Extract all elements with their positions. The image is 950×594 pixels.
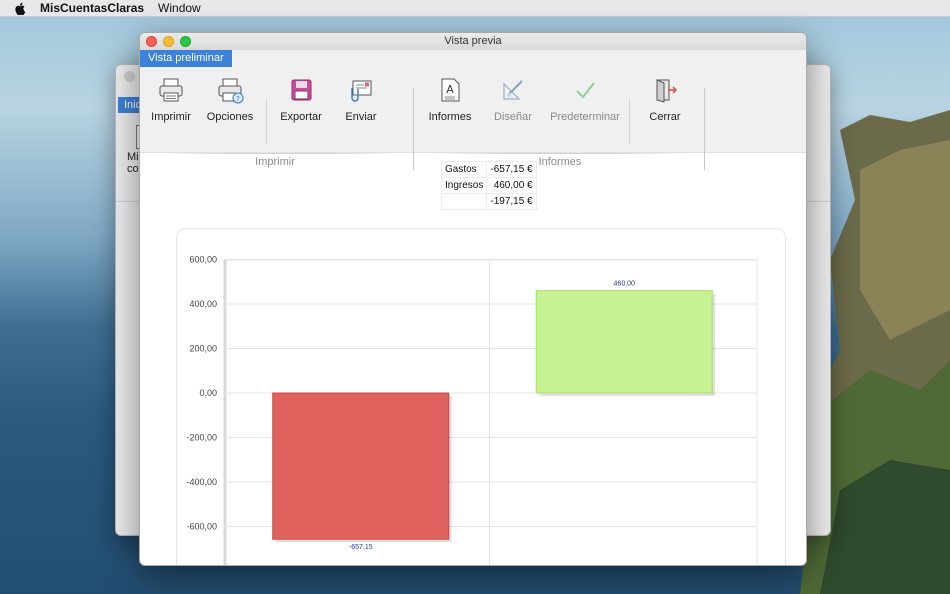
checkmark-icon [576, 82, 595, 99]
design-ruler-icon [503, 80, 523, 100]
summary-label-total [440, 193, 488, 210]
design-button[interactable]: Diseñar [480, 76, 546, 126]
summary-table: Gastos -657,15 € Ingresos 460,00 € -197,… [440, 161, 537, 210]
svg-text:?: ? [236, 95, 240, 103]
menu-bar: MisCuentasClaras Window [0, 0, 950, 17]
close-window-button[interactable] [146, 36, 157, 47]
background-text-line: Mi [127, 151, 139, 163]
export-button[interactable]: Exportar [268, 76, 334, 126]
svg-text:A: A [446, 83, 454, 96]
y-tick-label: 600,00 [189, 255, 217, 265]
summary-value-gastos: -657,15 € [486, 161, 537, 178]
report-document-icon: A [441, 78, 460, 102]
options-button[interactable]: ? Opciones [197, 76, 263, 126]
zoom-window-button[interactable] [180, 36, 191, 47]
data-label: -657,15 [349, 544, 373, 551]
y-tick-label: -600,00 [186, 522, 217, 532]
y-tick-label: 0,00 [199, 388, 217, 398]
summary-label-ingresos: Ingresos [440, 177, 488, 194]
options-label: Opciones [206, 111, 254, 123]
print-label: Imprimir [151, 111, 191, 123]
bar-ingresos [535, 290, 713, 394]
window-titlebar[interactable]: Vista previa [140, 33, 806, 50]
y-tick-label: 200,00 [189, 344, 217, 354]
table-row: -197,15 € [440, 193, 537, 210]
floppy-disk-icon [291, 79, 312, 101]
group-label-imprimir: Imprimir [255, 156, 295, 168]
preview-window: Vista previa Vista preliminar Imprimir ?… [139, 32, 807, 566]
bar-chart: 600,00 400,00 200,00 0,00 -200,00 -400,00 -600… [186, 255, 758, 565]
send-label: Enviar [345, 111, 377, 123]
app-menu[interactable]: MisCuentasClaras [40, 1, 144, 15]
ribbon-toolbar: Vista preliminar Imprimir ? Opciones Exp… [140, 50, 806, 170]
apple-menu-icon[interactable] [14, 2, 26, 15]
chart-card: 600,00 400,00 200,00 0,00 -200,00 -400,00 -600… [176, 228, 786, 565]
data-label: 460,00 [614, 281, 636, 288]
y-tick-label: 400,00 [189, 299, 217, 309]
set-default-button[interactable]: Predeterminar [548, 76, 622, 126]
printer-icon [159, 78, 183, 102]
print-button[interactable]: Imprimir [140, 76, 204, 126]
group-underline [160, 153, 400, 154]
exit-door-icon [656, 79, 677, 103]
group-divider [704, 88, 705, 170]
table-row: Ingresos 460,00 € [440, 177, 537, 194]
printer-settings-icon: ? [218, 78, 244, 104]
minimize-window-button[interactable] [163, 36, 174, 47]
y-tick-label: -400,00 [186, 477, 217, 487]
email-attachment-icon [351, 80, 372, 102]
export-label: Exportar [280, 111, 322, 123]
close-label: Cerrar [649, 111, 681, 123]
group-underline [430, 153, 690, 154]
send-button[interactable]: Enviar [328, 76, 394, 126]
group-divider [413, 88, 414, 170]
window-title: Vista previa [444, 35, 502, 47]
summary-value-total: -197,15 € [486, 193, 537, 210]
set-default-label: Predeterminar [550, 111, 620, 123]
bar-gastos [272, 392, 450, 540]
reports-button[interactable]: A Informes [417, 76, 483, 126]
summary-value-ingresos: 460,00 € [486, 177, 537, 194]
tab-vista-preliminar[interactable]: Vista preliminar [140, 50, 232, 67]
table-row: Gastos -657,15 € [440, 161, 537, 178]
window-menu[interactable]: Window [158, 1, 201, 15]
reports-label: Informes [428, 111, 472, 123]
separator [266, 98, 267, 144]
close-button[interactable]: Cerrar [632, 76, 698, 126]
window-controls [146, 36, 191, 47]
summary-label-gastos: Gastos [440, 161, 488, 178]
background-text-line: co [127, 163, 139, 175]
background-text: Mi co [127, 151, 139, 175]
separator [629, 98, 630, 144]
y-tick-label: -200,00 [186, 433, 217, 443]
design-label: Diseñar [494, 111, 532, 123]
